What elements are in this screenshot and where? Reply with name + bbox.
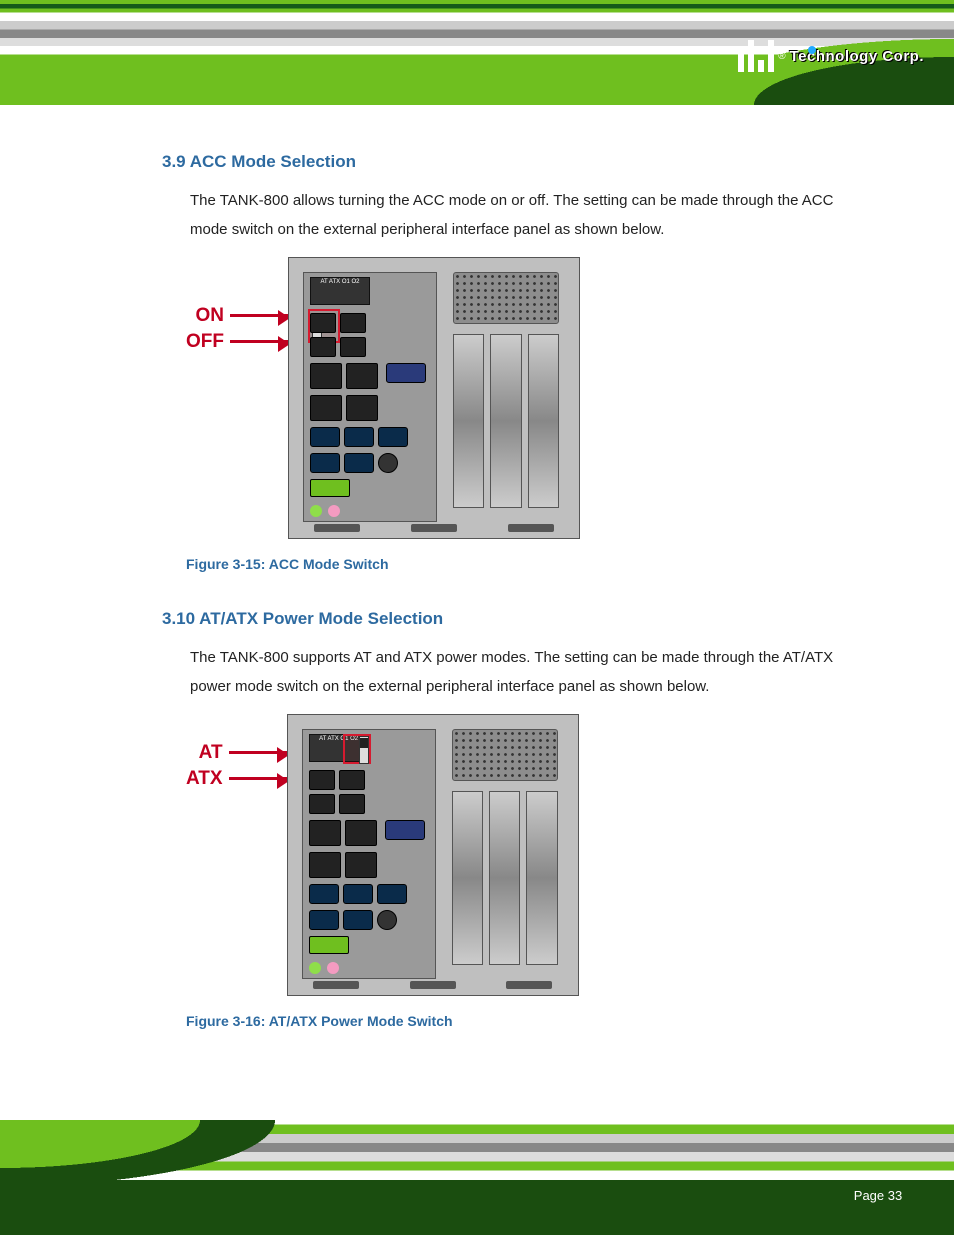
arrow-icon (230, 340, 288, 343)
expansion-slots (453, 334, 559, 508)
device-feet (289, 524, 579, 532)
expansion-slots (452, 791, 558, 965)
device-panel-illustration: AT ATX O1 O2 (288, 257, 580, 539)
paragraph-acc: The TANK-800 allows turning the ACC mode… (190, 186, 854, 245)
arrow-icon (229, 777, 287, 780)
callout-atx-label: ATX (186, 760, 223, 797)
callouts-acc: ON OFF (186, 257, 288, 355)
footer-decor (0, 1120, 420, 1235)
callout-off: OFF (186, 329, 288, 355)
atx-switch-icon (359, 736, 369, 764)
callout-off-label: OFF (186, 323, 224, 360)
device-panel-illustration: AT ATX O1 O2 (287, 714, 579, 996)
terminal-block-icon (310, 479, 350, 497)
page-number: Page 33 (848, 1184, 908, 1207)
paragraph-power: The TANK-800 supports AT and ATX power m… (190, 643, 854, 702)
arrow-icon (230, 314, 288, 317)
io-panel: AT ATX O1 O2 (302, 729, 436, 979)
logo-dot-icon (808, 46, 816, 54)
figure-acc-switch: ON OFF AT ATX O1 O2 (186, 257, 854, 539)
audio-jack-pink-icon (327, 962, 339, 974)
audio-jack-green-icon (309, 962, 321, 974)
page-content: 3.9 ACC Mode Selection The TANK-800 allo… (0, 105, 954, 1035)
section-title-acc: 3.9 ACC Mode Selection (162, 145, 854, 178)
arrow-icon (229, 751, 287, 754)
callouts-power: AT ATX (186, 714, 287, 792)
figure-caption-power: Figure 3-16: AT/ATX Power Mode Switch (186, 1008, 854, 1035)
vga-port-icon (385, 820, 425, 840)
ps2-port-icon (378, 453, 398, 473)
figure-caption-acc: Figure 3-15: ACC Mode Switch (186, 551, 854, 578)
vent-grille-icon (453, 272, 559, 324)
device-feet (288, 981, 578, 989)
audio-jack-pink-icon (328, 505, 340, 517)
switch-legend: AT ATX O1 O2 (310, 277, 370, 305)
logo-bars-icon (738, 40, 774, 72)
highlight-box-icon (343, 734, 371, 764)
page-header: ® Technology Corp. (0, 0, 954, 105)
callout-atx: ATX (186, 766, 287, 792)
io-panel: AT ATX O1 O2 (303, 272, 437, 522)
figure-power-switch: AT ATX AT ATX O1 O2 (186, 714, 854, 996)
audio-jack-green-icon (310, 505, 322, 517)
vga-port-icon (386, 363, 426, 383)
page-footer: Page 33 (0, 1120, 954, 1235)
ps2-port-icon (377, 910, 397, 930)
section-title-power: 3.10 AT/ATX Power Mode Selection (162, 602, 854, 635)
brand-registered: ® (778, 51, 785, 62)
vent-grille-icon (452, 729, 558, 781)
terminal-block-icon (309, 936, 349, 954)
brand-logo: ® Technology Corp. (738, 40, 924, 72)
